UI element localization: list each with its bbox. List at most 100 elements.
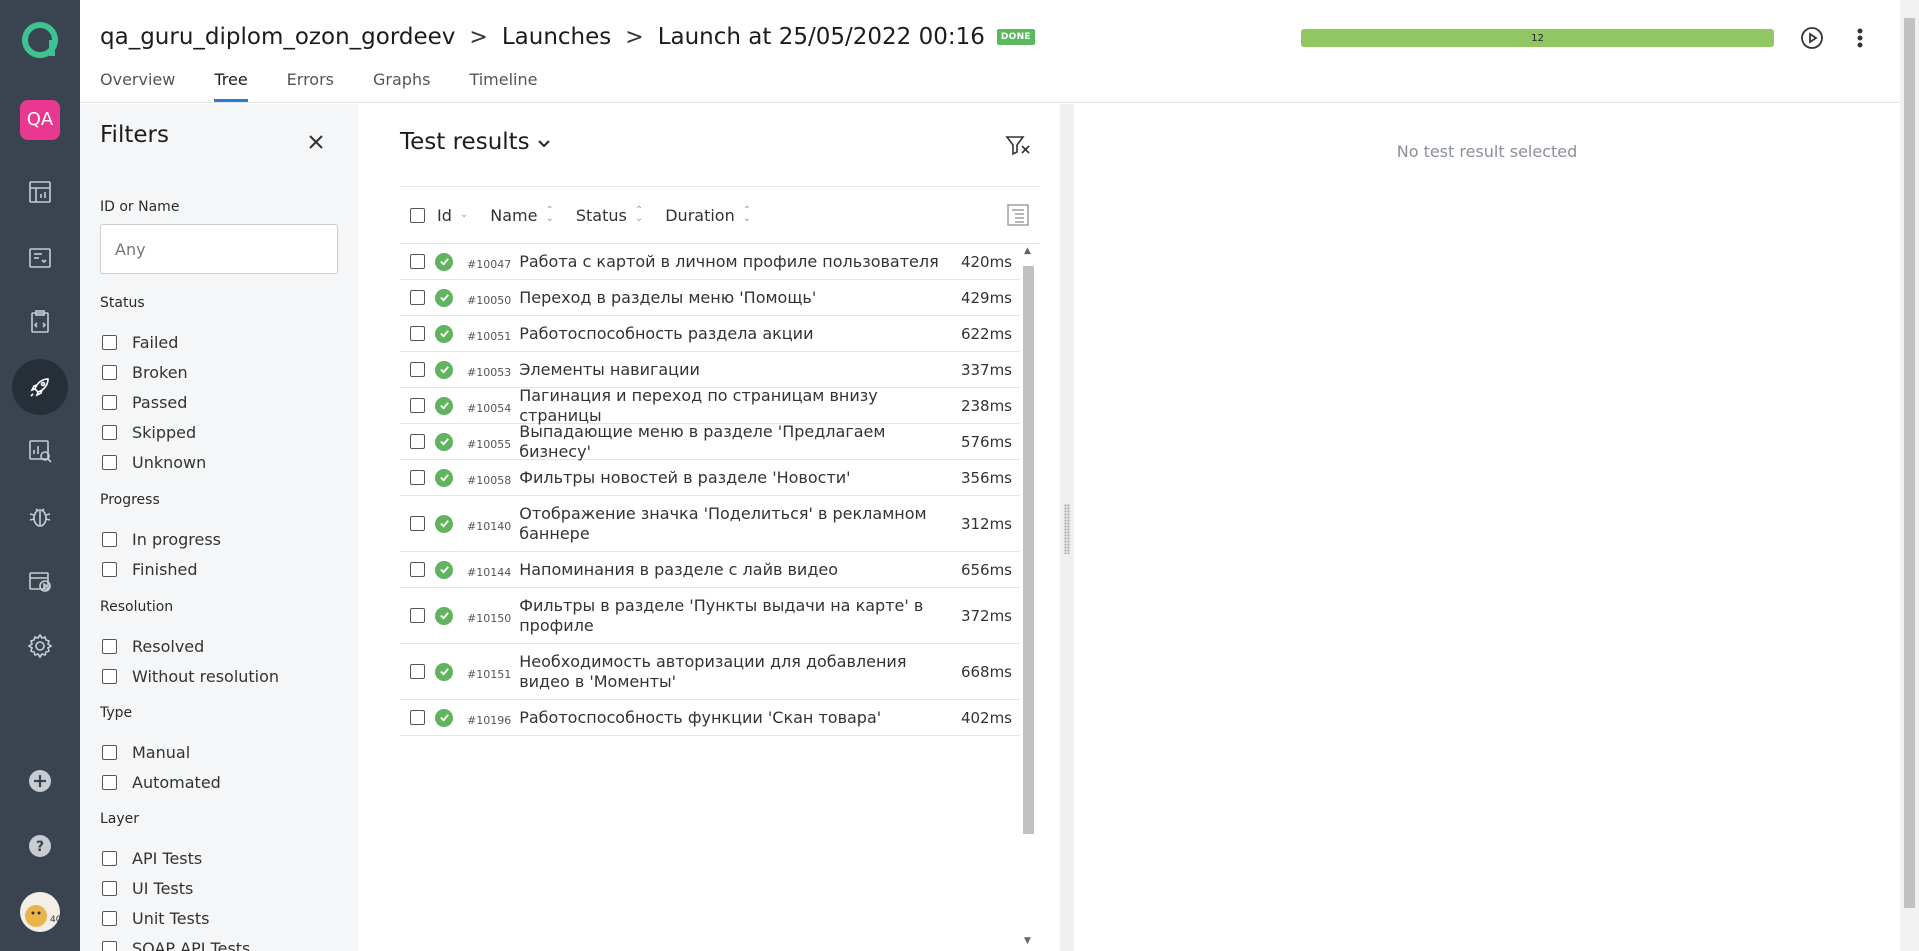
filter-option[interactable]: SOAP API Tests [102,939,250,951]
column-status[interactable]: Status ⌃ ⌄ [576,206,643,225]
page-scrollbar[interactable] [1900,0,1919,951]
row-checkbox[interactable] [410,516,425,531]
tab-tree[interactable]: Tree [214,70,248,102]
checkbox[interactable] [102,395,117,410]
filter-option[interactable]: In progress [102,530,221,549]
checkbox[interactable] [102,941,117,951]
row-checkbox[interactable] [410,710,425,725]
table-row[interactable]: #10047 Работа с картой в личном профиле п… [400,244,1020,280]
table-row[interactable]: #10196 Работоспособность функции 'Скан то… [400,700,1020,736]
panel-splitter[interactable] [1060,104,1074,951]
results-scrollbar[interactable]: ▲ ▼ [1020,244,1036,951]
checkbox[interactable] [102,669,117,684]
filter-option[interactable]: Manual [102,743,190,762]
checkbox[interactable] [102,562,117,577]
project-badge[interactable]: QA [20,100,60,140]
row-checkbox[interactable] [410,470,425,485]
close-icon[interactable] [306,132,326,152]
row-checkbox[interactable] [410,290,425,305]
row-checkbox[interactable] [410,434,425,449]
filter-option[interactable]: Unit Tests [102,909,210,928]
select-all-checkbox[interactable] [410,207,425,223]
test-plans-icon[interactable] [12,294,68,350]
table-row[interactable]: #10144 Напоминания в разделе с лайв видео… [400,552,1020,588]
filter-option[interactable]: UI Tests [102,879,193,898]
filter-option[interactable]: Unknown [102,453,206,472]
dashboards-icon[interactable] [12,164,68,220]
help-icon[interactable]: ? [12,818,68,874]
tab-graphs[interactable]: Graphs [373,70,430,102]
checkbox[interactable] [102,851,117,866]
filter-option[interactable]: Passed [102,393,187,412]
checkbox[interactable] [102,775,117,790]
analytics-icon[interactable] [12,423,68,479]
sort-icon[interactable]: ⌃ ⌄ [545,206,553,224]
table-row[interactable]: #10055 Выпадающие меню в разделе 'Предлаг… [400,422,1020,461]
sort-icon[interactable]: ⌃ ⌄ [635,206,643,224]
checkbox[interactable] [102,335,117,350]
tree-view-icon[interactable] [1006,203,1030,227]
row-checkbox[interactable] [410,562,425,577]
scroll-down-icon[interactable]: ▼ [1024,936,1031,946]
row-checkbox[interactable] [410,398,425,413]
checkbox[interactable] [102,425,117,440]
table-row[interactable]: #10151 Необходимость авторизации для доба… [400,644,1020,700]
sort-icon[interactable]: ⌃ ⌄ [743,206,751,224]
user-avatar[interactable]: 40 [20,892,60,932]
breadcrumb-project[interactable]: qa_guru_diplom_ozon_gordeev [100,24,455,50]
row-checkbox[interactable] [410,664,425,679]
table-row[interactable]: #10050 Переход в разделы меню 'Помощь' 429… [400,280,1020,316]
settings-icon[interactable] [12,618,68,674]
filter-option[interactable]: Resolved [102,637,204,656]
run-icon[interactable] [1798,24,1826,52]
filter-option[interactable]: Broken [102,363,188,382]
id-or-name-input[interactable] [100,224,338,274]
scrollbar-thumb[interactable] [1023,266,1034,834]
tab-timeline[interactable]: Timeline [469,70,537,102]
column-duration[interactable]: Duration ⌃ ⌄ [665,206,751,225]
clear-filter-icon[interactable] [1005,134,1031,158]
checkbox[interactable] [102,639,117,654]
table-row[interactable]: #10140 Отображение значка 'Поделиться' в … [400,496,1020,552]
jobs-icon[interactable] [12,553,68,609]
sort-desc-icon[interactable]: ⌄ [460,210,468,220]
table-row[interactable]: #10150 Фильтры в разделе 'Пункты выдачи н… [400,588,1020,644]
checkbox[interactable] [102,532,117,547]
column-name[interactable]: Name ⌃ ⌄ [490,206,554,225]
row-checkbox[interactable] [410,326,425,341]
filter-option[interactable]: Without resolution [102,667,279,686]
row-checkbox[interactable] [410,608,425,623]
splitter-grip-icon[interactable] [1064,504,1070,554]
table-row[interactable]: #10053 Элементы навигации 337ms [400,352,1020,388]
row-checkbox[interactable] [410,254,425,269]
test-results-title[interactable]: Test results [400,129,551,155]
table-row[interactable]: #10054 Пагинация и переход по страницам в… [400,386,1020,425]
checkbox[interactable] [102,365,117,380]
checkbox[interactable] [102,455,117,470]
table-row[interactable]: #10058 Фильтры новостей в разделе 'Новост… [400,460,1020,496]
checkbox[interactable] [102,745,117,760]
test-id: #10151 [467,668,512,681]
row-checkbox[interactable] [410,362,425,377]
tab-errors[interactable]: Errors [287,70,334,102]
more-menu-icon[interactable] [1846,24,1874,52]
table-row[interactable]: #10051 Работоспособность раздела акции 622… [400,316,1020,352]
filter-option[interactable]: Skipped [102,423,196,442]
filter-option[interactable]: Failed [102,333,178,352]
breadcrumb-launches[interactable]: Launches [502,24,611,50]
allure-logo-icon[interactable] [20,20,60,60]
tab-overview[interactable]: Overview [100,70,175,102]
checkbox[interactable] [102,881,117,896]
add-icon[interactable] [12,753,68,809]
filter-option[interactable]: Automated [102,773,221,792]
scroll-up-icon[interactable]: ▲ [1024,246,1031,256]
column-id[interactable]: Id ⌄ [437,206,468,225]
test-cases-icon[interactable] [12,230,68,286]
filter-option[interactable]: Finished [102,560,198,579]
filter-option[interactable]: API Tests [102,849,202,868]
defects-icon[interactable] [12,488,68,544]
chevron-down-icon[interactable] [537,139,551,149]
checkbox[interactable] [102,911,117,926]
scrollbar-thumb[interactable] [1904,18,1915,908]
launches-icon[interactable] [12,359,68,415]
